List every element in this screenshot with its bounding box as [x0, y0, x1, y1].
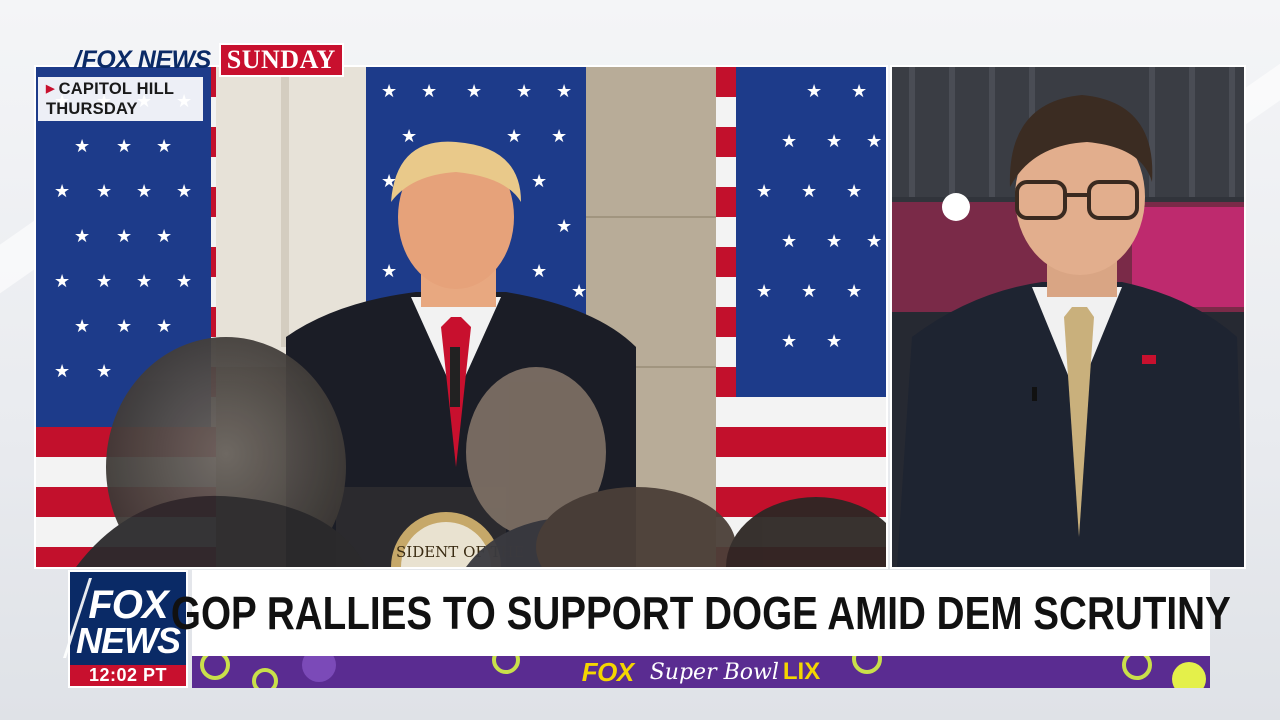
svg-text:★: ★: [826, 231, 842, 252]
promo-ticker: FOX Super Bowl LIX: [192, 656, 1210, 688]
ticker-pattern: [1122, 656, 1152, 680]
svg-text:★: ★: [551, 126, 567, 147]
fox-slash-icon: /: [74, 45, 81, 74]
svg-text:★: ★: [556, 81, 572, 102]
svg-text:★: ★: [846, 281, 862, 302]
svg-text:★: ★: [801, 281, 817, 302]
show-bug: / FOX NEWS SUNDAY: [70, 43, 344, 77]
time-display: 12:02 PT: [68, 665, 188, 688]
svg-text:★: ★: [866, 231, 882, 252]
svg-text:★: ★: [74, 316, 90, 337]
headline-bar: GOP RALLIES TO SUPPORT DOGE AMID DEM SCR…: [171, 570, 1231, 656]
location-tag: ▶ CAPITOL HILL THURSDAY: [38, 77, 203, 121]
svg-text:★: ★: [466, 81, 482, 102]
svg-text:★: ★: [116, 226, 132, 247]
ticker-event: Super Bowl: [649, 659, 779, 685]
svg-text:★: ★: [531, 171, 547, 192]
ticker-pattern: [200, 656, 230, 680]
svg-text:★: ★: [116, 316, 132, 337]
svg-text:★: ★: [781, 131, 797, 152]
network-logo-text: FOX NEWS: [81, 45, 211, 74]
svg-text:★: ★: [381, 81, 397, 102]
svg-text:★: ★: [74, 226, 90, 247]
svg-text:★: ★: [54, 181, 70, 202]
ticker-pattern: [1172, 662, 1206, 688]
svg-text:★: ★: [756, 281, 772, 302]
fox-news-wordmark: / FOX NEWS: [70, 43, 219, 77]
svg-text:★: ★: [54, 271, 70, 292]
svg-text:★: ★: [74, 136, 90, 157]
svg-text:★: ★: [531, 261, 547, 282]
svg-text:★: ★: [136, 181, 152, 202]
play-arrow-icon: ▶: [46, 83, 55, 95]
svg-text:★: ★: [826, 331, 842, 352]
guest-scene: [892, 67, 1244, 567]
svg-text:★: ★: [571, 281, 587, 302]
ticker-pattern: [252, 668, 278, 688]
ticker-pattern: [852, 656, 882, 674]
svg-text:★: ★: [96, 181, 112, 202]
svg-text:★: ★: [156, 226, 172, 247]
svg-text:★: ★: [156, 136, 172, 157]
svg-text:★: ★: [54, 361, 70, 382]
svg-text:★: ★: [96, 271, 112, 292]
svg-text:★: ★: [176, 181, 192, 202]
location-line-1: CAPITOL HILL: [58, 80, 175, 98]
podium-scene: ★ ★ ★ ★ ★ ★ ★ ★ ★ ★ ★ ★ ★ ★ ★ ★ ★ ★ ★ ★ ★ ★ ★ ★ ★ ★ ★ ★ ★ ★ ★ …: [36, 67, 886, 567]
svg-text:★: ★: [781, 331, 797, 352]
svg-text:★: ★: [826, 131, 842, 152]
svg-text:★: ★: [401, 126, 417, 147]
headline-text: GOP RALLIES TO SUPPORT DOGE AMID DEM SCR…: [171, 587, 1231, 639]
main-video-panel: ★ ★ ★ ★ ★ ★ ★ ★ ★ ★ ★ ★ ★ ★ ★ ★ ★ ★ ★ ★ ★ ★ ★ ★ ★ ★ ★ ★ ★ ★ ★ …: [36, 67, 886, 567]
flag-right: ★ ★ ★ ★ ★ ★ ★ ★ ★ ★ ★ ★ ★ ★ ★ ★: [716, 67, 886, 567]
svg-text:★: ★: [516, 81, 532, 102]
show-badge: SUNDAY: [218, 43, 344, 77]
ticker-pattern: [302, 656, 336, 682]
svg-text:★: ★: [801, 181, 817, 202]
ticker-brand: FOX: [581, 656, 634, 687]
svg-text:★: ★: [156, 316, 172, 337]
ticker-pattern: [492, 656, 520, 674]
svg-text:★: ★: [846, 181, 862, 202]
svg-text:★: ★: [136, 271, 152, 292]
guest-video-panel: [892, 67, 1244, 567]
svg-text:★: ★: [96, 361, 112, 382]
svg-text:★: ★: [176, 271, 192, 292]
svg-text:★: ★: [851, 81, 867, 102]
ticker-event-numeral: LIX: [782, 658, 821, 685]
svg-text:★: ★: [116, 136, 132, 157]
svg-text:★: ★: [781, 231, 797, 252]
svg-text:★: ★: [381, 261, 397, 282]
svg-text:★: ★: [756, 181, 772, 202]
svg-text:★: ★: [806, 81, 822, 102]
svg-text:★: ★: [421, 81, 437, 102]
svg-text:★: ★: [556, 216, 572, 237]
svg-text:★: ★: [506, 126, 522, 147]
location-line-2: THURSDAY: [46, 100, 138, 118]
svg-text:★: ★: [866, 131, 882, 152]
